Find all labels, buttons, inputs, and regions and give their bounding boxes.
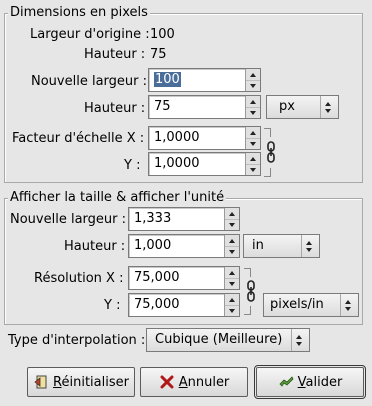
print-height-label: Hauteur : <box>64 239 126 254</box>
reset-label-rest: éinitialiser <box>61 374 129 390</box>
print-height-spin-buttons[interactable] <box>224 235 239 257</box>
new-width-spinbutton[interactable]: 100 <box>148 68 261 92</box>
cancel-mnemonic: A <box>178 374 188 390</box>
ok-hand-icon <box>279 376 294 387</box>
new-width-label: Nouvelle largeur : <box>31 74 148 89</box>
reset-label: Réinitialiser <box>53 375 129 390</box>
original-width-value: 100 <box>150 27 175 42</box>
decrement-arrow-icon[interactable] <box>225 219 239 230</box>
scale-x-label: Facteur d'échelle X : <box>12 131 145 146</box>
print-unit-select[interactable]: in <box>243 234 320 258</box>
decrement-arrow-icon[interactable] <box>225 305 239 316</box>
print-width-spin-buttons[interactable] <box>224 208 239 230</box>
resolution-x-spinbutton[interactable]: 75,000 <box>128 266 240 290</box>
interpolation-value: Cubique (Meilleure) <box>155 332 283 347</box>
resolution-y-value[interactable]: 75,000 <box>134 297 180 312</box>
chain-bracket <box>264 168 271 177</box>
select-arrows-icon <box>301 235 316 257</box>
scale-x-value[interactable]: 1,0000 <box>154 130 200 145</box>
chain-bracket <box>244 306 251 315</box>
original-height-label: Hauteur : <box>84 47 146 62</box>
print-size-legend: Afficher la taille & afficher l'unité <box>8 190 227 205</box>
validate-label: Valider <box>298 375 343 390</box>
height-label: Hauteur : <box>84 101 146 116</box>
cancel-label: Annuler <box>179 375 230 390</box>
chain-bracket <box>244 268 251 277</box>
pixel-unit-value: px <box>279 99 295 114</box>
cancel-button[interactable]: Annuler <box>140 367 248 397</box>
validate-button[interactable]: Valider <box>254 365 366 399</box>
resolution-x-value[interactable]: 75,000 <box>134 270 180 285</box>
new-width-spin-buttons[interactable] <box>245 69 260 91</box>
chain-icon[interactable] <box>266 141 276 163</box>
print-width-spinbutton[interactable]: 1,333 <box>128 207 240 231</box>
cancel-icon <box>160 375 174 389</box>
scale-y-label: Y : <box>124 158 141 173</box>
select-arrows-icon <box>291 329 306 351</box>
print-height-value[interactable]: 1,000 <box>134 238 171 253</box>
print-height-spinbutton[interactable]: 1,000 <box>128 234 240 258</box>
resolution-chain-link[interactable] <box>244 268 258 315</box>
resolution-y-spinbutton[interactable]: 75,000 <box>128 293 240 317</box>
select-arrows-icon <box>320 96 335 118</box>
resolution-x-spin-buttons[interactable] <box>224 267 239 289</box>
scale-y-spinbutton[interactable]: 1,0000 <box>148 152 261 176</box>
resolution-unit-select[interactable]: pixels/in <box>263 293 359 317</box>
scale-y-value[interactable]: 1,0000 <box>154 156 200 171</box>
validate-mnemonic: V <box>297 374 306 390</box>
cancel-label-rest: nnuler <box>187 374 230 390</box>
validate-label-rest: alider <box>305 374 343 390</box>
reset-button[interactable]: Réinitialiser <box>27 367 135 397</box>
scale-chain-link[interactable] <box>264 128 278 177</box>
decrement-arrow-icon[interactable] <box>225 246 239 257</box>
original-width-label: Largeur d'origine : <box>30 27 150 42</box>
height-value[interactable]: 75 <box>154 99 171 114</box>
pixel-dimensions-legend: Dimensions en pixels <box>8 5 150 20</box>
reset-icon <box>34 375 47 389</box>
chain-icon[interactable] <box>246 280 256 302</box>
print-unit-value: in <box>252 238 264 253</box>
print-width-label: Nouvelle largeur : <box>10 212 127 227</box>
new-width-value[interactable]: 100 <box>154 72 181 87</box>
resolution-x-label: Résolution X : <box>34 271 124 286</box>
pixel-unit-select[interactable]: px <box>266 95 339 119</box>
resolution-unit-value: pixels/in <box>270 297 324 312</box>
decrement-arrow-icon[interactable] <box>246 164 260 175</box>
decrement-arrow-icon[interactable] <box>225 278 239 289</box>
interpolation-select[interactable]: Cubique (Meilleure) <box>146 328 310 352</box>
decrement-arrow-icon[interactable] <box>246 80 260 91</box>
resolution-y-spin-buttons[interactable] <box>224 294 239 316</box>
original-height-value: 75 <box>150 47 167 62</box>
interpolation-label: Type d'interpolation : <box>8 333 146 348</box>
decrement-arrow-icon[interactable] <box>246 138 260 149</box>
resolution-y-label: Y : <box>104 298 121 313</box>
decrement-arrow-icon[interactable] <box>246 107 260 118</box>
height-spinbutton[interactable]: 75 <box>148 95 261 119</box>
select-arrows-icon <box>340 294 355 316</box>
chain-bracket <box>264 128 271 137</box>
scale-y-spin-buttons[interactable] <box>245 153 260 175</box>
scale-x-spinbutton[interactable]: 1,0000 <box>148 126 261 150</box>
height-spin-buttons[interactable] <box>245 96 260 118</box>
print-width-value[interactable]: 1,333 <box>134 211 171 226</box>
scale-x-spin-buttons[interactable] <box>245 127 260 149</box>
